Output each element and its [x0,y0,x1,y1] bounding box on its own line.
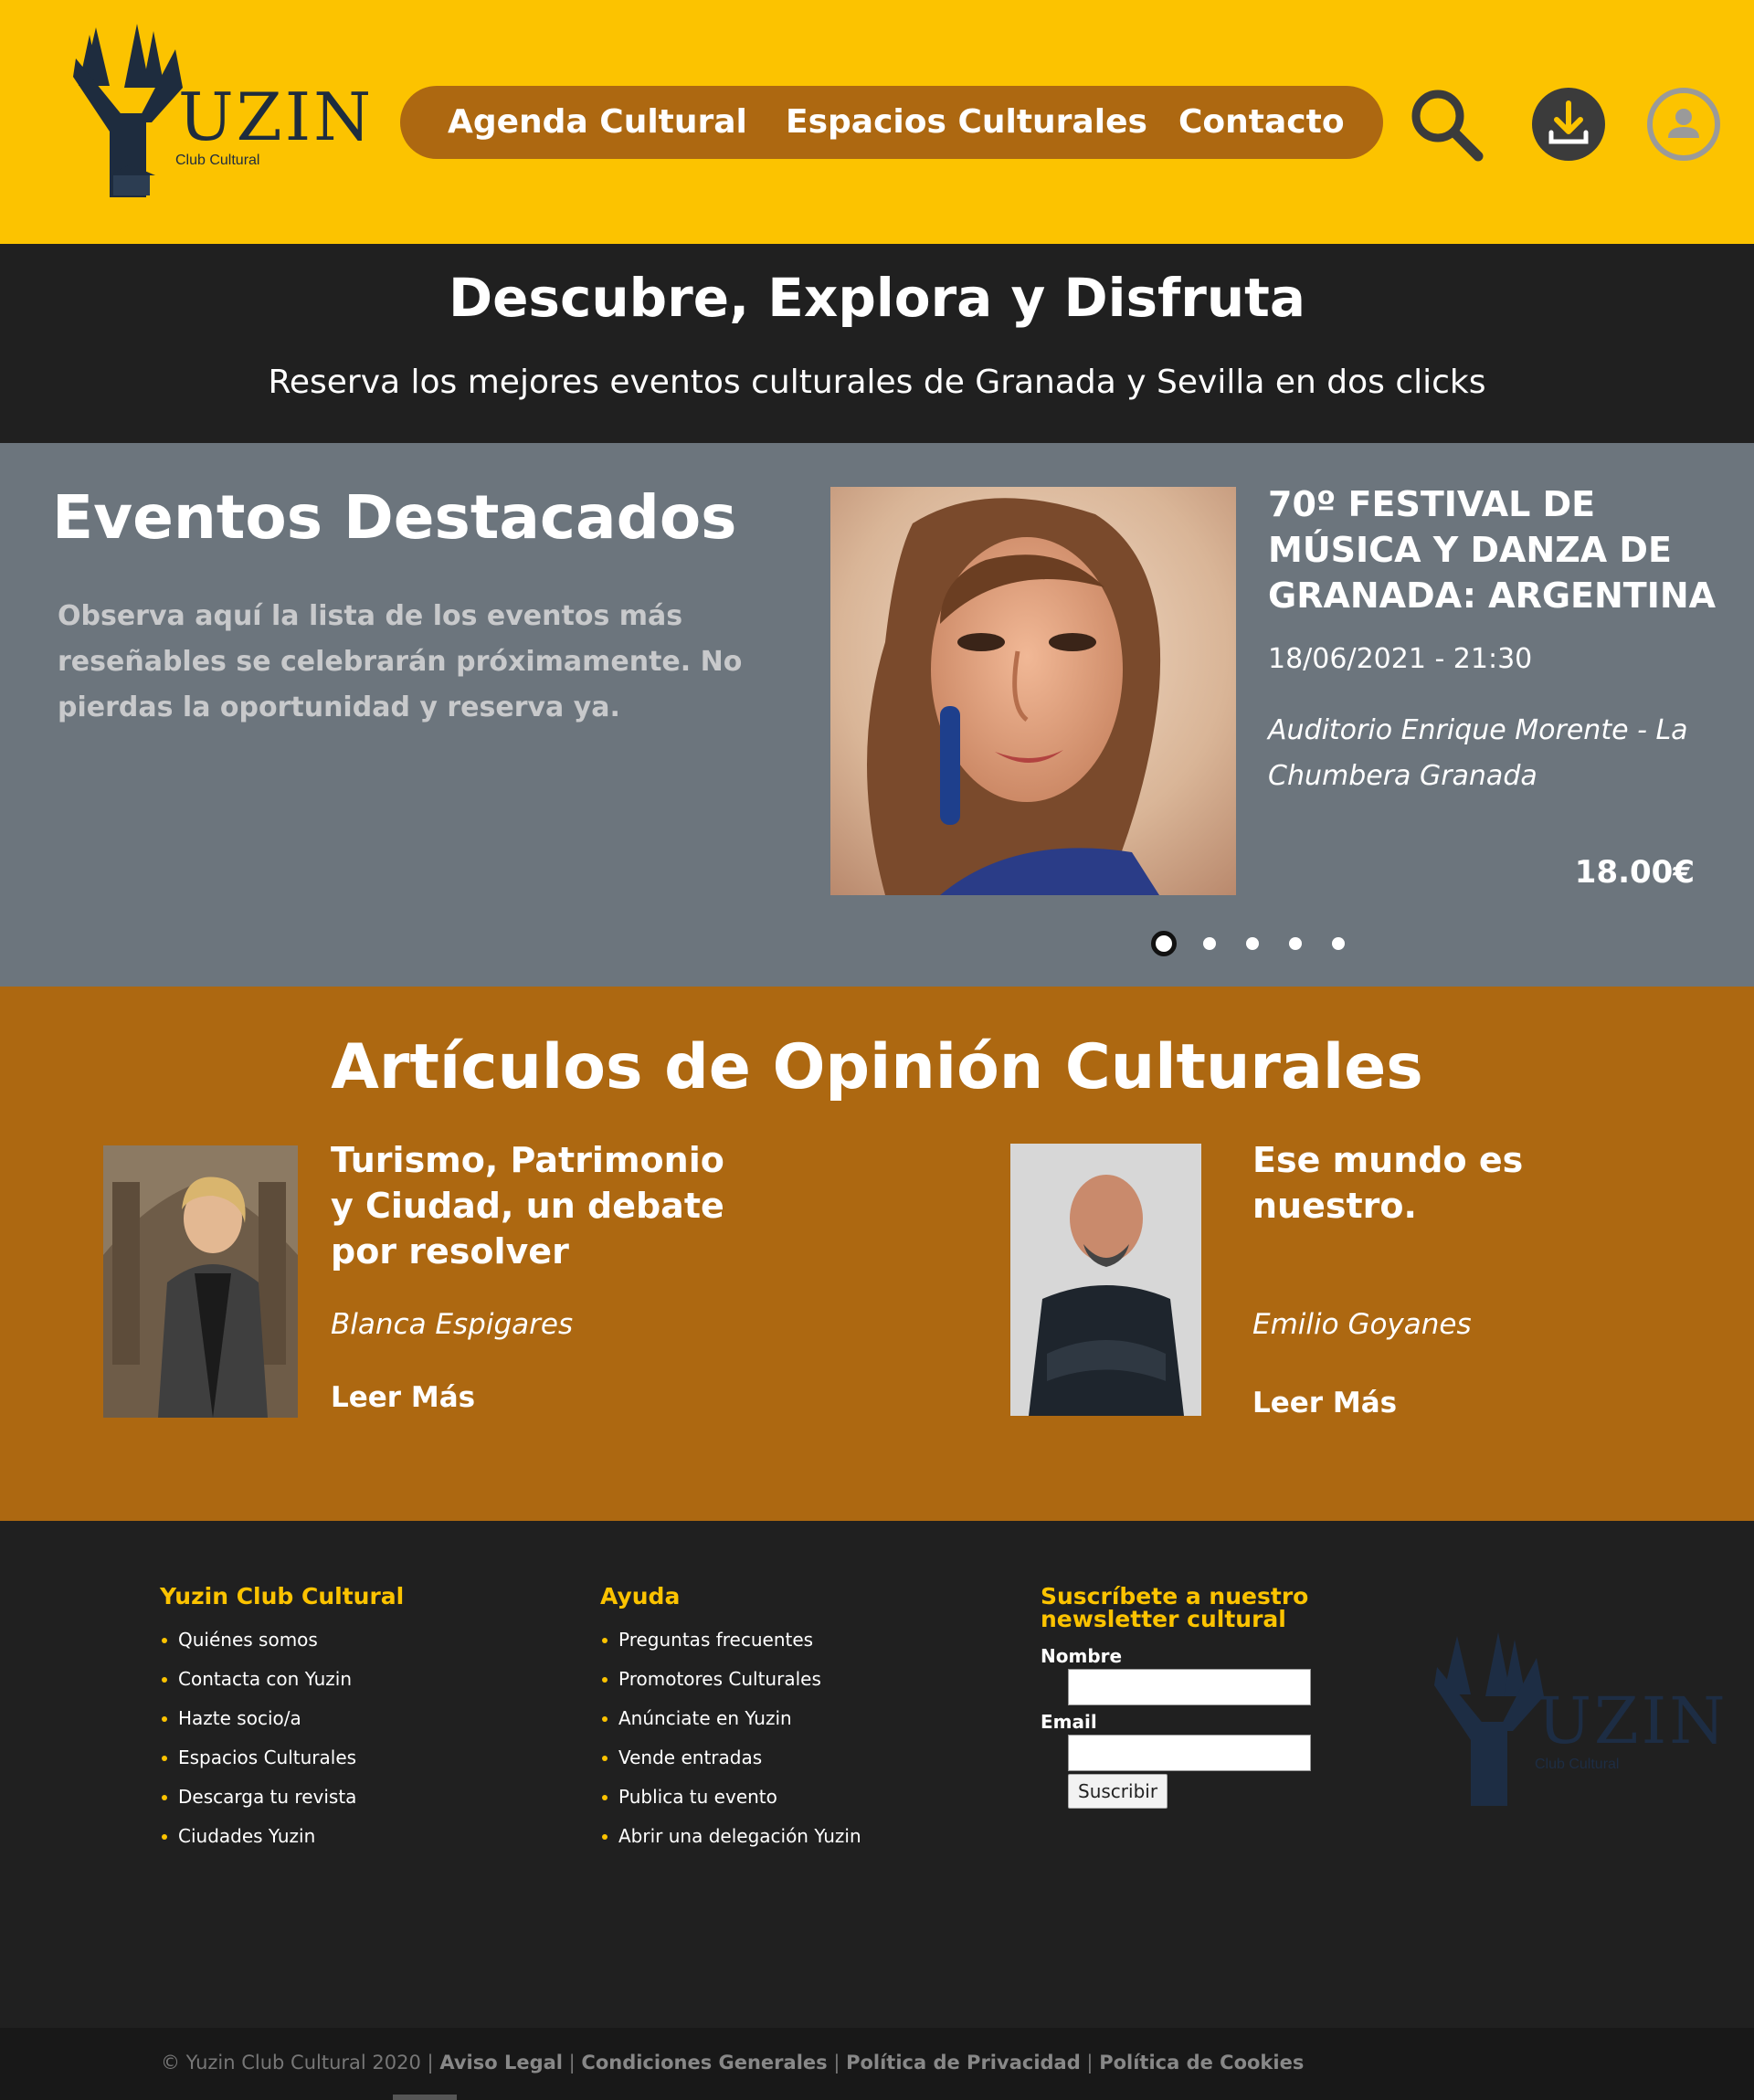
opinion-articles-section: Artículos de Opinión Culturales Turismo,… [0,987,1754,1521]
event-price: 18.00€ [1574,854,1695,891]
article-author-2: Emilio Goyanes [1252,1308,1472,1341]
footer-link-promotores[interactable]: Promotores Culturales [600,1660,861,1699]
footer-link-anunciate[interactable]: Anúnciate en Yuzin [600,1699,861,1738]
subscribe-button[interactable]: Suscribir [1068,1774,1168,1809]
pine-trees-logo-icon [73,24,183,197]
footer-link-delegacion[interactable]: Abrir una delegación Yuzin [600,1817,861,1856]
footer-link-publica-evento[interactable]: Publica tu evento [600,1778,861,1817]
article-author-1: Blanca Espigares [331,1308,574,1341]
legal-bar: © Yuzin Club Cultural 2020 | Aviso Legal… [0,2028,1754,2100]
carousel-dot-3[interactable] [1246,937,1259,950]
separator: | [562,2052,582,2074]
carousel-dot-2[interactable] [1203,937,1216,950]
footer-column-title: Ayuda [600,1583,681,1609]
event-photo[interactable] [830,487,1236,895]
featured-intro: Observa aquí la lista de los eventos más… [58,600,743,723]
separator: | [1080,2052,1100,2074]
nav-contacto[interactable]: Contacto [1178,86,1345,159]
event-title[interactable]: 70º FESTIVAL DE MÚSICA Y DANZA DE GRANAD… [1268,481,1725,618]
event-datetime: 18/06/2021 - 21:30 [1268,643,1533,675]
link-condiciones[interactable]: Condiciones Generales [581,2052,827,2074]
newsletter-form: Suscríbete a nuestro newsletter cultural… [1041,1585,1342,1809]
search-icon[interactable] [1409,87,1484,162]
nav-agenda-cultural[interactable]: Agenda Cultural [448,86,747,159]
link-privacidad[interactable]: Política de Privacidad [846,2052,1081,2074]
hero-subtitle: Reserva los mejores eventos culturales d… [268,364,1486,401]
footer-link-hazte-socio[interactable]: Hazte socio/a [160,1699,404,1738]
email-label: Email [1041,1711,1097,1733]
footer-link-contacta[interactable]: Contacta con Yuzin [160,1660,404,1699]
footer-logo: UZIN Club Cultural [1434,1630,1736,1822]
article-title-1[interactable]: Turismo, Patrimonio y Ciudad, un debate … [331,1137,751,1274]
link-cookies[interactable]: Política de Cookies [1099,2052,1304,2074]
event-venue: Auditorio Enrique Morente - La Chumbera … [1268,714,1688,792]
logo-wordmark: UZIN [178,79,375,155]
horizontal-scrollbar[interactable] [393,2095,457,2100]
footer-column-yuzin: Yuzin Club Cultural Quiénes somos Contac… [160,1585,404,1856]
footer-link-revista[interactable]: Descarga tu revista [160,1778,404,1817]
name-label: Nombre [1041,1645,1123,1667]
article-title-2[interactable]: Ese mundo es nuestro. [1252,1137,1618,1229]
yuzin-logo[interactable]: UZIN Club Cultural [73,22,371,205]
email-input[interactable] [1068,1735,1311,1771]
hero-title: Descubre, Explora y Disfruta [448,267,1306,329]
read-more-link-1[interactable]: Leer Más [331,1381,475,1414]
footer-link-faq[interactable]: Preguntas frecuentes [600,1620,861,1660]
featured-heading: Eventos Destacados [52,482,737,553]
user-account-icon[interactable] [1646,87,1721,162]
site-header: UZIN Club Cultural Agenda Cultural Espac… [0,0,1754,244]
main-nav: Agenda Cultural Espacios Culturales Cont… [400,86,1383,159]
carousel-dot-1[interactable] [1151,931,1177,956]
footer-column-title: Yuzin Club Cultural [160,1583,405,1609]
footer-link-espacios[interactable]: Espacios Culturales [160,1738,404,1778]
logo-tagline: Club Cultural [175,153,260,168]
footer-column-ayuda: Ayuda Preguntas frecuentes Promotores Cu… [600,1585,861,1856]
hero-banner: Descubre, Explora y Disfruta Reserva los… [0,244,1754,443]
article-photo-1[interactable] [103,1145,298,1418]
nav-espacios-culturales[interactable]: Espacios Culturales [786,86,1147,159]
footer-link-vende-entradas[interactable]: Vende entradas [600,1738,861,1778]
carousel-dot-4[interactable] [1289,937,1302,950]
article-photo-2[interactable] [1010,1144,1201,1416]
newsletter-title: Suscríbete a nuestro newsletter cultural [1041,1583,1309,1632]
link-aviso-legal[interactable]: Aviso Legal [439,2052,563,2074]
legal-line: © Yuzin Club Cultural 2020 | Aviso Legal… [161,2052,1304,2074]
footer-logo-tagline: Club Cultural [1535,1757,1620,1772]
footer-logo-wordmark: UZIN [1537,1683,1728,1758]
name-input[interactable] [1068,1669,1311,1705]
footer-link-ciudades[interactable]: Ciudades Yuzin [160,1817,404,1856]
articles-heading: Artículos de Opinión Culturales [331,1031,1423,1103]
footer-link-quienes-somos[interactable]: Quiénes somos [160,1620,404,1660]
read-more-link-2[interactable]: Leer Más [1252,1387,1397,1419]
featured-events-section: Eventos Destacados Observa aquí la lista… [0,443,1754,987]
carousel-dot-5[interactable] [1332,937,1345,950]
separator: | [420,2052,440,2074]
copyright-text: © Yuzin Club Cultural 2020 [161,2052,421,2074]
separator: | [827,2052,847,2074]
download-icon[interactable] [1531,87,1606,162]
pine-trees-logo-icon [1434,1632,1544,1806]
site-footer: Yuzin Club Cultural Quiénes somos Contac… [0,1521,1754,2028]
